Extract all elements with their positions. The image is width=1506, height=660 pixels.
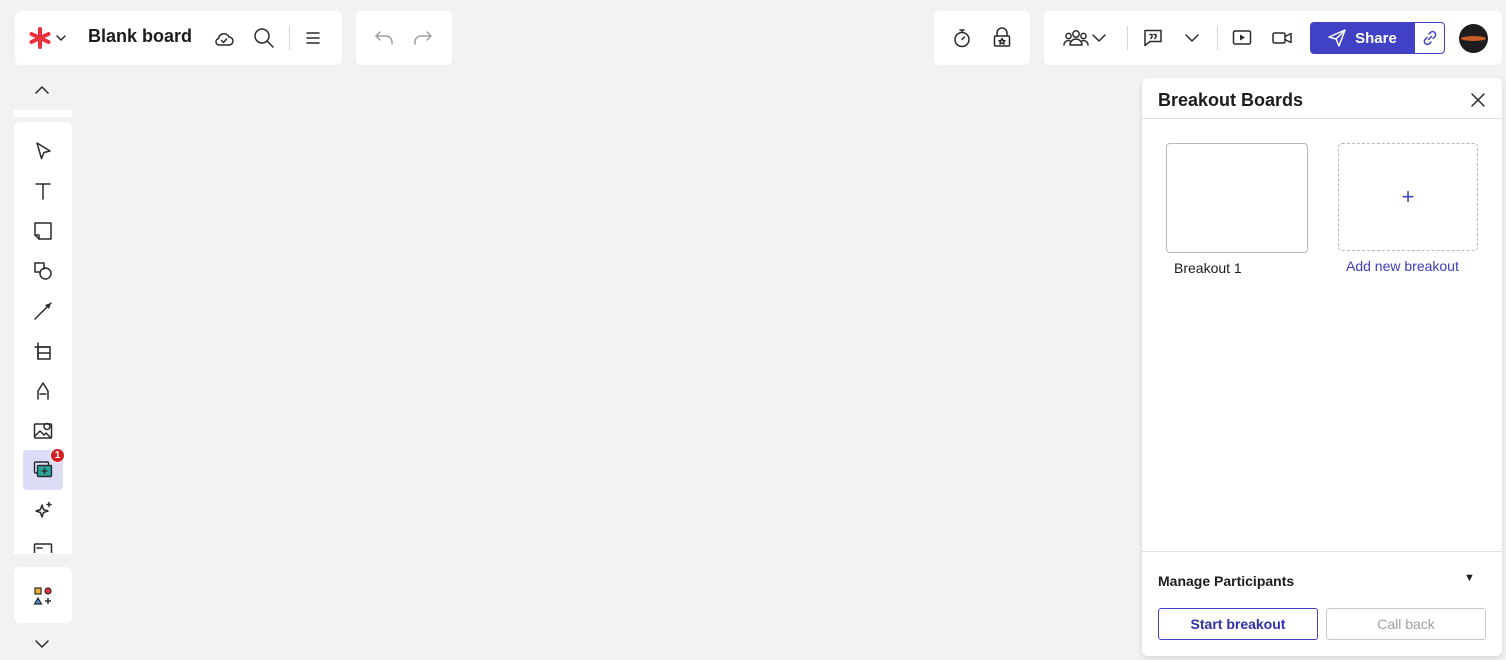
plus-icon: +	[1401, 184, 1415, 209]
gift-button[interactable]	[989, 25, 1015, 51]
call-back-button[interactable]: Call back	[1326, 608, 1486, 640]
ai-sparkle-icon	[35, 501, 52, 518]
search-icon	[254, 28, 274, 48]
app-root: Blank board Share 1 Breakout Boards Brea…	[0, 0, 1506, 660]
toolbar-scroll-up-button[interactable]	[30, 80, 54, 100]
pen-icon	[37, 382, 49, 400]
apps-icon	[33, 587, 52, 605]
divider	[289, 26, 290, 50]
logo-menu-button[interactable]	[26, 26, 70, 50]
logo-icon	[29, 27, 51, 49]
send-icon	[1328, 29, 1346, 47]
present-button[interactable]	[1230, 26, 1254, 50]
ai-tool-button[interactable]	[29, 497, 57, 525]
frame-icon	[34, 342, 51, 360]
select-icon	[36, 142, 51, 160]
add-breakout-button[interactable]: +	[1338, 143, 1478, 251]
main-menu-button[interactable]	[301, 26, 325, 50]
gift-icon	[993, 27, 1011, 47]
notification-badge: 1	[50, 448, 65, 463]
toolbar-top-strip	[14, 110, 72, 117]
select-tool-button[interactable]	[29, 137, 57, 165]
collaborators-button[interactable]	[1058, 26, 1112, 50]
share-label: Share	[1355, 29, 1397, 47]
present-icon	[1232, 30, 1252, 45]
template-icon	[33, 543, 53, 553]
breakout-board-thumbnail[interactable]	[1166, 143, 1308, 253]
sticky-note-tool-button[interactable]	[29, 217, 57, 245]
line-icon	[34, 302, 52, 320]
search-button[interactable]	[251, 25, 277, 51]
shapes-icon	[34, 262, 52, 280]
toolbar-scroll-down-button[interactable]	[30, 634, 54, 654]
chevron-up-icon	[35, 86, 49, 94]
breakout-board-label[interactable]: Breakout 1	[1174, 260, 1242, 276]
divider	[1127, 26, 1128, 50]
apps-button[interactable]	[29, 582, 57, 610]
chat-button[interactable]	[1141, 26, 1165, 50]
undo-button[interactable]	[371, 26, 397, 50]
video-icon	[1272, 32, 1292, 44]
chevron-down-icon	[1185, 34, 1199, 42]
board-title[interactable]: Blank board	[88, 26, 192, 47]
close-panel-button[interactable]	[1466, 88, 1490, 112]
text-icon	[35, 183, 51, 200]
redo-icon	[414, 31, 432, 45]
image-tool-button[interactable]	[29, 417, 57, 445]
timer-icon	[954, 29, 970, 48]
chat-icon	[1144, 29, 1162, 47]
breakout-panel: Breakout Boards Breakout 1 + Add new bre…	[1142, 78, 1502, 656]
chevron-down-icon	[1092, 34, 1106, 42]
panel-header-divider	[1142, 118, 1502, 119]
template-tool-button[interactable]	[29, 537, 57, 553]
image-icon	[33, 422, 53, 439]
chevron-down-icon	[35, 640, 49, 648]
manage-participants-label[interactable]: Manage Participants	[1158, 573, 1294, 589]
breakout-icon-wrap	[31, 459, 55, 481]
redo-button[interactable]	[410, 26, 436, 50]
divider	[1217, 26, 1218, 50]
panel-footer-divider	[1142, 551, 1502, 552]
breakout-panel-title: Breakout Boards	[1158, 90, 1304, 110]
link-icon	[1423, 30, 1436, 46]
sticky-note-icon	[34, 222, 52, 240]
undo-icon	[375, 31, 393, 45]
line-tool-button[interactable]	[29, 297, 57, 325]
menu-icon	[306, 32, 320, 44]
avatar[interactable]	[1459, 24, 1488, 53]
timer-button[interactable]	[949, 25, 975, 51]
close-icon	[1471, 93, 1485, 107]
chat-options-dropdown[interactable]	[1180, 26, 1204, 50]
shapes-tool-button[interactable]	[29, 257, 57, 285]
cloud-sync-button[interactable]	[211, 26, 237, 52]
collaborators-icon	[1063, 30, 1089, 46]
text-tool-button[interactable]	[29, 177, 57, 205]
add-breakout-link[interactable]: Add new breakout	[1346, 258, 1459, 274]
chevron-down-icon	[56, 35, 66, 41]
start-breakout-button[interactable]: Start breakout	[1158, 608, 1318, 640]
share-button[interactable]: Share	[1310, 22, 1414, 54]
video-call-button[interactable]	[1270, 26, 1294, 50]
copy-link-button[interactable]	[1414, 22, 1445, 54]
breakout-icon	[33, 461, 53, 478]
frame-tool-button[interactable]	[29, 337, 57, 365]
pen-tool-button[interactable]	[29, 377, 57, 405]
cloud-icon	[215, 32, 234, 46]
caret-down-icon[interactable]: ▼	[1464, 572, 1475, 584]
